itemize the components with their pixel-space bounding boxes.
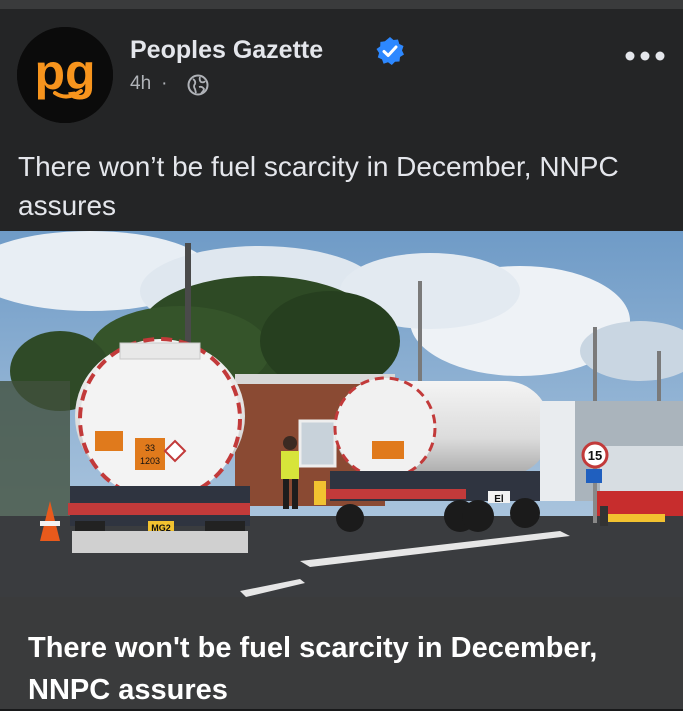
peoples-gazette-logo: pg [17,27,113,123]
verified-badge-icon [376,37,404,65]
post-time[interactable]: 4h [130,73,151,94]
post-meta: 4h · [130,73,175,95]
globe-icon[interactable] [187,74,209,96]
placard-top: 33 [145,443,155,453]
page-name-link[interactable]: Peoples Gazette [130,36,323,65]
post-photo[interactable]: El 33 1203 MG2 15 [0,231,683,597]
top-divider [0,0,683,9]
meta-separator: · [161,73,168,94]
post-caption: There won’t be fuel scarcity in December… [18,151,619,221]
link-preview-card[interactable]: There won't be fuel scarcity in December… [0,597,683,709]
more-options-icon[interactable] [623,45,667,67]
tanker2-plate: El [494,494,504,505]
feed-post: pg Peoples Gazette 4h · There won’t be fu… [0,9,683,709]
logo-text: pg [34,44,95,100]
fuel-tankers-image: El 33 1203 MG2 15 [0,231,683,597]
speed-limit-text: 15 [588,448,602,463]
page-avatar[interactable]: pg [17,27,113,123]
link-preview-title[interactable]: There won't be fuel scarcity in December… [28,627,668,711]
placard-bottom: 1203 [140,456,160,466]
